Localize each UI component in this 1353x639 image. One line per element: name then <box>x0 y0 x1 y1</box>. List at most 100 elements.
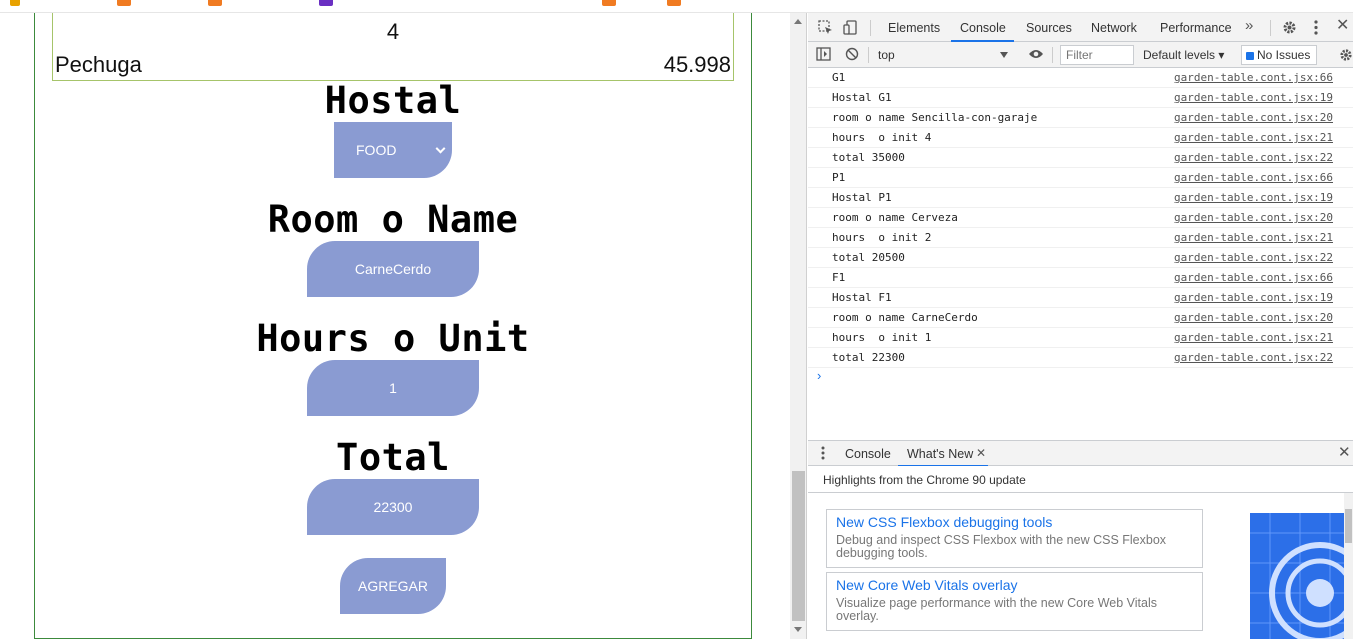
console-log-message: P1 <box>832 171 846 184</box>
console-log-row: Hostal F1 garden-table.cont.jsx:19 <box>808 288 1353 308</box>
order-item-price: 45.998 <box>663 52 731 77</box>
close-icon[interactable]: ✕ <box>1338 445 1351 460</box>
console-log-message: hours o init 1 <box>832 331 932 344</box>
console-log-message: total 20500 <box>832 251 905 264</box>
scroll-thumb[interactable] <box>792 471 805 621</box>
console-log-row: Hostal G1 garden-table.cont.jsx:19 <box>808 88 1353 108</box>
feature-card-title[interactable]: New CSS Flexbox debugging tools <box>836 514 1193 531</box>
toolbar-divider <box>1270 20 1271 36</box>
hostal-select[interactable]: FOOD <box>334 122 452 178</box>
console-log-source-link[interactable]: garden-table.cont.jsx:22 <box>1174 248 1333 268</box>
close-tab-icon[interactable]: ✕ <box>976 446 986 460</box>
feature-card[interactable]: New Core Web Vitals overlay Visualize pa… <box>826 572 1203 631</box>
scroll-down-arrow-icon[interactable] <box>794 627 802 632</box>
sidebar-toggle-icon[interactable] <box>816 47 831 63</box>
agregar-button-label: AGREGAR <box>357 578 428 594</box>
console-log-row: F1 garden-table.cont.jsx:66 <box>808 268 1353 288</box>
console-log-message: total 22300 <box>832 351 905 364</box>
page-scrollbar[interactable] <box>790 13 807 639</box>
console-log-message: hours o init 4 <box>832 131 932 144</box>
console-log-source-link[interactable]: garden-table.cont.jsx:20 <box>1174 208 1333 228</box>
console-prompt-icon[interactable]: › <box>817 368 821 383</box>
issues-icon <box>1246 52 1254 60</box>
issues-label: No Issues <box>1257 48 1311 62</box>
chevron-down-icon <box>1000 52 1008 58</box>
console-log-source-link[interactable]: garden-table.cont.jsx:19 <box>1174 188 1333 208</box>
console-log-source-link[interactable]: garden-table.cont.jsx:66 <box>1174 268 1333 288</box>
total-label: Total <box>336 436 450 479</box>
scroll-thumb[interactable] <box>1345 509 1352 543</box>
drawer-tab-whats-new[interactable]: What's New <box>907 447 973 461</box>
log-levels-dropdown[interactable]: Default levels ▾ <box>1143 48 1224 62</box>
bookmark-icon[interactable] <box>117 0 131 6</box>
console-log-source-link[interactable]: garden-table.cont.jsx:22 <box>1174 148 1333 168</box>
console-toolbar: top Default levels ▾ No Issues <box>808 42 1353 68</box>
console-log-row: hours o init 1 garden-table.cont.jsx:21 <box>808 328 1353 348</box>
issues-button[interactable]: No Issues <box>1241 45 1318 65</box>
console-log-message: G1 <box>832 71 846 84</box>
bookmark-icon[interactable] <box>602 0 616 6</box>
console-log-message: F1 <box>832 271 846 284</box>
tab-sources[interactable]: Sources <box>1026 21 1072 35</box>
tab-network[interactable]: Network <box>1091 21 1137 35</box>
console-log-message: room o name CarneCerdo <box>832 311 978 324</box>
console-log-message: Hostal F1 <box>832 291 892 304</box>
console-log-source-link[interactable]: garden-table.cont.jsx:22 <box>1174 348 1333 368</box>
console-log-row: Hostal P1 garden-table.cont.jsx:19 <box>808 188 1353 208</box>
tab-performance[interactable]: Performance <box>1160 21 1232 35</box>
console-log-source-link[interactable]: garden-table.cont.jsx:20 <box>1174 308 1333 328</box>
console-log-source-link[interactable]: garden-table.cont.jsx:21 <box>1174 228 1333 248</box>
context-select[interactable]: top <box>878 46 1010 64</box>
bookmark-icon[interactable] <box>208 0 222 6</box>
whats-new-subtitle: Highlights from the Chrome 90 update <box>823 473 1026 487</box>
drawer-menu-icon[interactable] <box>821 446 825 462</box>
scroll-up-arrow-icon[interactable] <box>794 19 802 24</box>
console-log-source-link[interactable]: garden-table.cont.jsx:20 <box>1174 108 1333 128</box>
tab-elements[interactable]: Elements <box>888 21 940 35</box>
app-page: 4 Pechuga 45.998 Hostal FOOD Room o Name… <box>0 13 790 639</box>
close-icon[interactable]: ✕ <box>1336 18 1349 34</box>
bookmark-icon[interactable] <box>319 0 333 6</box>
toolbar-divider <box>868 47 869 63</box>
console-log-row: P1 garden-table.cont.jsx:66 <box>808 168 1353 188</box>
console-log-row: total 20500 garden-table.cont.jsx:22 <box>808 248 1353 268</box>
room-label: Room o Name <box>267 198 519 241</box>
console-log-row: total 22300 garden-table.cont.jsx:22 <box>808 348 1353 368</box>
console-log-source-link[interactable]: garden-table.cont.jsx:21 <box>1174 128 1333 148</box>
eye-icon[interactable] <box>1028 48 1044 62</box>
log-levels-label: Default levels <box>1143 48 1216 62</box>
console-log-source-link[interactable]: garden-table.cont.jsx:66 <box>1174 68 1333 88</box>
console-log-message: total 35000 <box>832 151 905 164</box>
devtools-panel: Elements Console Sources Network Perform… <box>808 13 1353 639</box>
console-log-source-link[interactable]: garden-table.cont.jsx:19 <box>1174 288 1333 308</box>
console-log-message: hours o init 2 <box>832 231 932 244</box>
console-log-row: room o name CarneCerdo garden-table.cont.… <box>808 308 1353 328</box>
more-options-icon[interactable] <box>1314 20 1318 37</box>
agregar-button[interactable]: AGREGAR <box>340 558 446 614</box>
total-input[interactable]: 22300 <box>307 479 479 535</box>
console-log-source-link[interactable]: garden-table.cont.jsx:19 <box>1174 88 1333 108</box>
total-input-value: 22300 <box>373 499 413 515</box>
bookmark-icon[interactable] <box>10 0 20 6</box>
chrome-update-illustration <box>1250 513 1346 639</box>
drawer-scrollbar[interactable] <box>1344 493 1353 639</box>
inspect-element-icon[interactable] <box>818 20 833 37</box>
order-quantity: 4 <box>386 19 400 44</box>
hours-input[interactable]: 1 <box>307 360 479 416</box>
hours-label: Hours o Unit <box>256 317 530 360</box>
feature-card-title[interactable]: New Core Web Vitals overlay <box>836 577 1193 594</box>
gear-icon[interactable] <box>1282 20 1297 37</box>
filter-input[interactable] <box>1060 45 1134 65</box>
tab-console[interactable]: Console <box>960 21 1006 35</box>
clear-console-icon[interactable] <box>845 47 859 63</box>
room-input[interactable]: CarneCerdo <box>307 241 479 297</box>
bookmark-icon[interactable] <box>667 0 681 6</box>
console-log-source-link[interactable]: garden-table.cont.jsx:66 <box>1174 168 1333 188</box>
hours-input-value: 1 <box>389 380 397 396</box>
device-toolbar-icon[interactable] <box>843 20 858 37</box>
gear-icon[interactable] <box>1339 48 1353 64</box>
chevron-double-right-icon[interactable]: » <box>1245 18 1253 33</box>
console-log-source-link[interactable]: garden-table.cont.jsx:21 <box>1174 328 1333 348</box>
drawer-tab-console[interactable]: Console <box>845 447 891 461</box>
feature-card[interactable]: New CSS Flexbox debugging tools Debug an… <box>826 509 1203 568</box>
